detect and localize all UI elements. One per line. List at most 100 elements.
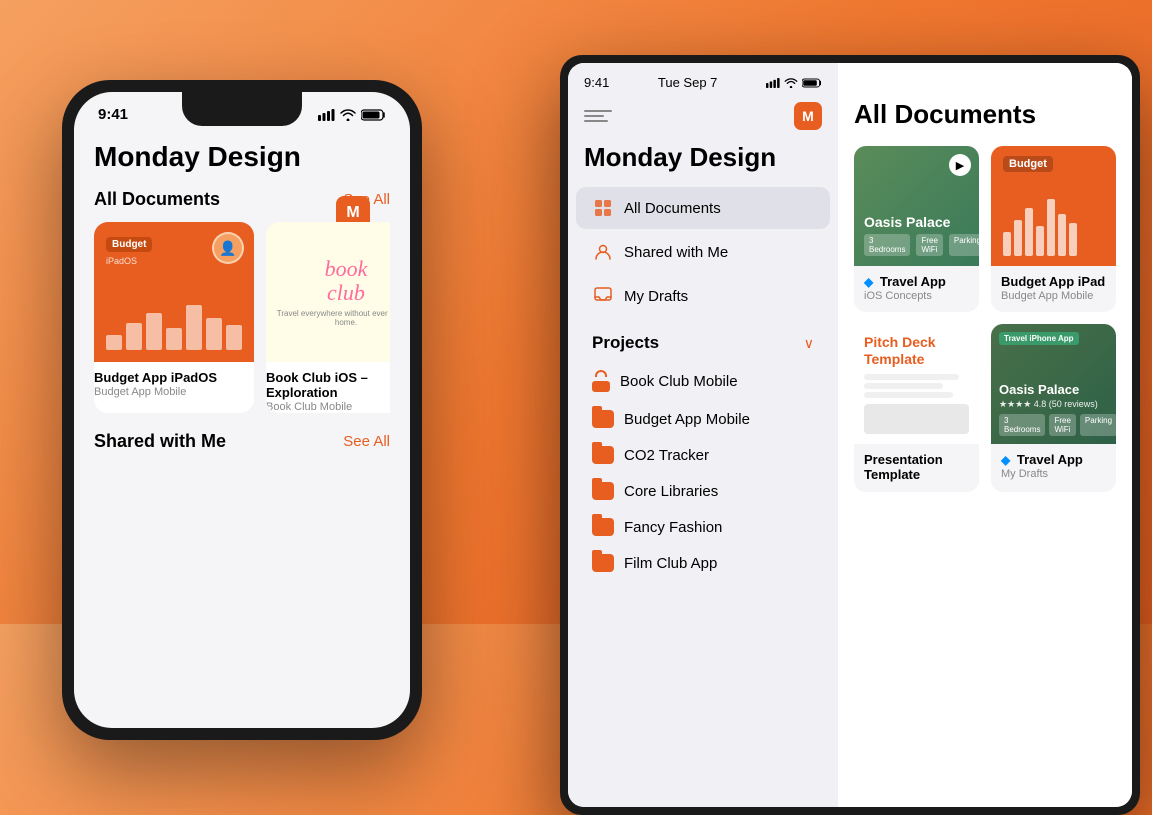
project-film-club[interactable]: Film Club App <box>576 545 830 581</box>
bbar-6 <box>1058 214 1066 256</box>
bbar-2 <box>1014 220 1022 256</box>
budget-card-sub: Budget App Mobile <box>94 386 254 398</box>
budget-card-info: Budget App iPadOS Budget App Mobile <box>94 362 254 398</box>
book-subtitle: Travel everywhere without ever leaving h… <box>266 309 390 327</box>
pitch-lines <box>864 374 969 398</box>
ipad-app-icon[interactable]: M <box>794 102 822 130</box>
travel-hotel-name: Oasis Palace <box>864 214 979 230</box>
signal-icon <box>318 109 335 121</box>
oasis-name: Oasis Palace <box>999 382 1116 397</box>
pitch-card-title: Presentation Template <box>864 452 969 482</box>
project-co2[interactable]: CO2 Tracker <box>576 437 830 473</box>
travel-card-title: ◆ Travel App <box>864 274 969 289</box>
pitch-line-2 <box>864 383 943 389</box>
budget-ipad-title: Budget App iPad <box>1001 274 1106 289</box>
budget-tag: Budget <box>1003 156 1053 172</box>
project-film-club-label: Film Club App <box>624 555 717 572</box>
tag-wifi: Free WiFi <box>916 234 942 256</box>
iphone-notch <box>182 92 302 126</box>
shared-section: Shared with Me See All <box>94 431 390 452</box>
bar-1 <box>106 335 122 350</box>
bar-2 <box>126 323 142 351</box>
documents-cards-row: Budget iPadOS 👤 <box>94 222 390 413</box>
budget-thumb-content: Budget <box>991 146 1116 266</box>
folder-icon-4 <box>592 518 614 536</box>
wifi-icon <box>340 109 356 121</box>
oasis-card[interactable]: Travel iPhone App Oasis Palace ★★★★ 4.8 … <box>991 324 1116 492</box>
sidebar-line-1 <box>584 110 612 112</box>
oasis-info: Oasis Palace ★★★★ 4.8 (50 reviews) 3 Bed… <box>999 382 1116 436</box>
bar-7 <box>226 325 242 350</box>
travel-card-sub: iOS Concepts <box>864 290 969 302</box>
pitch-content: Pitch Deck Template <box>864 334 969 434</box>
pitch-line-3 <box>864 392 953 398</box>
bar-6 <box>206 318 222 351</box>
ipad-date: Tue Sep 7 <box>658 75 718 90</box>
nav-shared-with-me[interactable]: Shared with Me <box>576 231 830 273</box>
project-core-label: Core Libraries <box>624 483 718 500</box>
folder-icon-3 <box>592 482 614 500</box>
ipad-sidebar: 9:41 Tue Sep 7 <box>568 63 838 807</box>
book-card-name: Book Club iOS – Exploration <box>266 370 390 400</box>
oasis-card-sub: My Drafts <box>1001 468 1106 480</box>
travel-card-info: ◆ Travel App iOS Concepts <box>854 266 979 312</box>
shared-header: Shared with Me See All <box>94 431 390 452</box>
travel-tags: 3 Bedrooms Free WiFi Parking <box>864 234 979 256</box>
budget-label: Budget <box>106 237 152 252</box>
bar-3 <box>146 313 162 351</box>
oasis-tag-2: Free WiFi <box>1049 414 1075 436</box>
project-book-club[interactable]: Book Club Mobile <box>576 361 830 401</box>
oasis-card-info: ◆ Travel App My Drafts <box>991 444 1116 490</box>
all-documents-label: All Documents <box>94 189 220 210</box>
budget-thumb-bg: Budget <box>991 146 1116 266</box>
project-fancy-fashion[interactable]: Fancy Fashion <box>576 509 830 545</box>
sidebar-line-3 <box>584 120 608 122</box>
pitch-card-info: Presentation Template <box>854 444 979 492</box>
bbar-7 <box>1069 223 1077 256</box>
book-club-card[interactable]: bookclub Travel everywhere without ever … <box>266 222 390 413</box>
ipad-page-title: Monday Design <box>568 142 838 173</box>
bbar-3 <box>1025 208 1033 256</box>
iphone-time: 9:41 <box>98 106 128 123</box>
pitch-thumb-container: Pitch Deck Template <box>854 324 979 444</box>
ipad-status-bar: 9:41 Tue Sep 7 <box>568 63 838 98</box>
budget-card[interactable]: Budget iPadOS 👤 <box>94 222 254 413</box>
pitch-image-placeholder <box>864 404 969 434</box>
budget-ipad-thumb: Budget <box>991 146 1116 266</box>
nav-all-documents[interactable]: All Documents <box>576 187 830 229</box>
ipad-battery-icon <box>802 78 822 88</box>
oasis-tag-3: Parking <box>1080 414 1116 436</box>
project-core-libraries[interactable]: Core Libraries <box>576 473 830 509</box>
projects-title: Projects <box>592 333 659 353</box>
grid-icon <box>592 197 614 219</box>
budget-ipad-sub: Budget App Mobile <box>1001 290 1106 302</box>
shared-label: Shared with Me <box>94 431 226 452</box>
project-book-club-label: Book Club Mobile <box>620 373 738 390</box>
shared-see-all[interactable]: See All <box>343 433 390 450</box>
sidebar-line-2 <box>584 115 604 117</box>
travel-thumb-bg: ▶ Oasis Palace 3 Bedrooms Free WiFi Park… <box>854 146 979 266</box>
lock-icon <box>592 370 610 392</box>
iphone-status-icons <box>318 109 386 121</box>
travel-info: Oasis Palace 3 Bedrooms Free WiFi Parkin… <box>864 214 979 256</box>
sidebar-toggle-icon[interactable] <box>584 105 612 127</box>
chevron-down-icon[interactable]: ∨ <box>804 335 814 352</box>
project-co2-label: CO2 Tracker <box>624 447 709 464</box>
nav-all-documents-label: All Documents <box>624 200 721 217</box>
project-budget-label: Budget App Mobile <box>624 411 750 428</box>
travel-app-card[interactable]: ▶ Oasis Palace 3 Bedrooms Free WiFi Park… <box>854 146 979 312</box>
nav-my-drafts-label: My Drafts <box>624 288 688 305</box>
iphone-content: M Monday Design All Documents See All Bu… <box>74 123 410 709</box>
oasis-tag-1: 3 Bedrooms <box>999 414 1045 436</box>
book-title: bookclub <box>325 257 368 305</box>
inbox-icon <box>592 285 614 307</box>
folder-icon-2 <box>592 446 614 464</box>
ipad-toolbar: M <box>568 98 838 142</box>
pitch-deck-card[interactable]: Pitch Deck Template Presentati <box>854 324 979 492</box>
nav-my-drafts[interactable]: My Drafts <box>576 275 830 317</box>
budget-card-name: Budget App iPadOS <box>94 370 254 385</box>
budget-ipad-card[interactable]: Budget <box>991 146 1116 312</box>
project-budget-app[interactable]: Budget App Mobile <box>576 401 830 437</box>
tag-bedrooms: 3 Bedrooms <box>864 234 910 256</box>
book-card-info: Book Club iOS – Exploration Book Club Mo… <box>266 362 390 413</box>
